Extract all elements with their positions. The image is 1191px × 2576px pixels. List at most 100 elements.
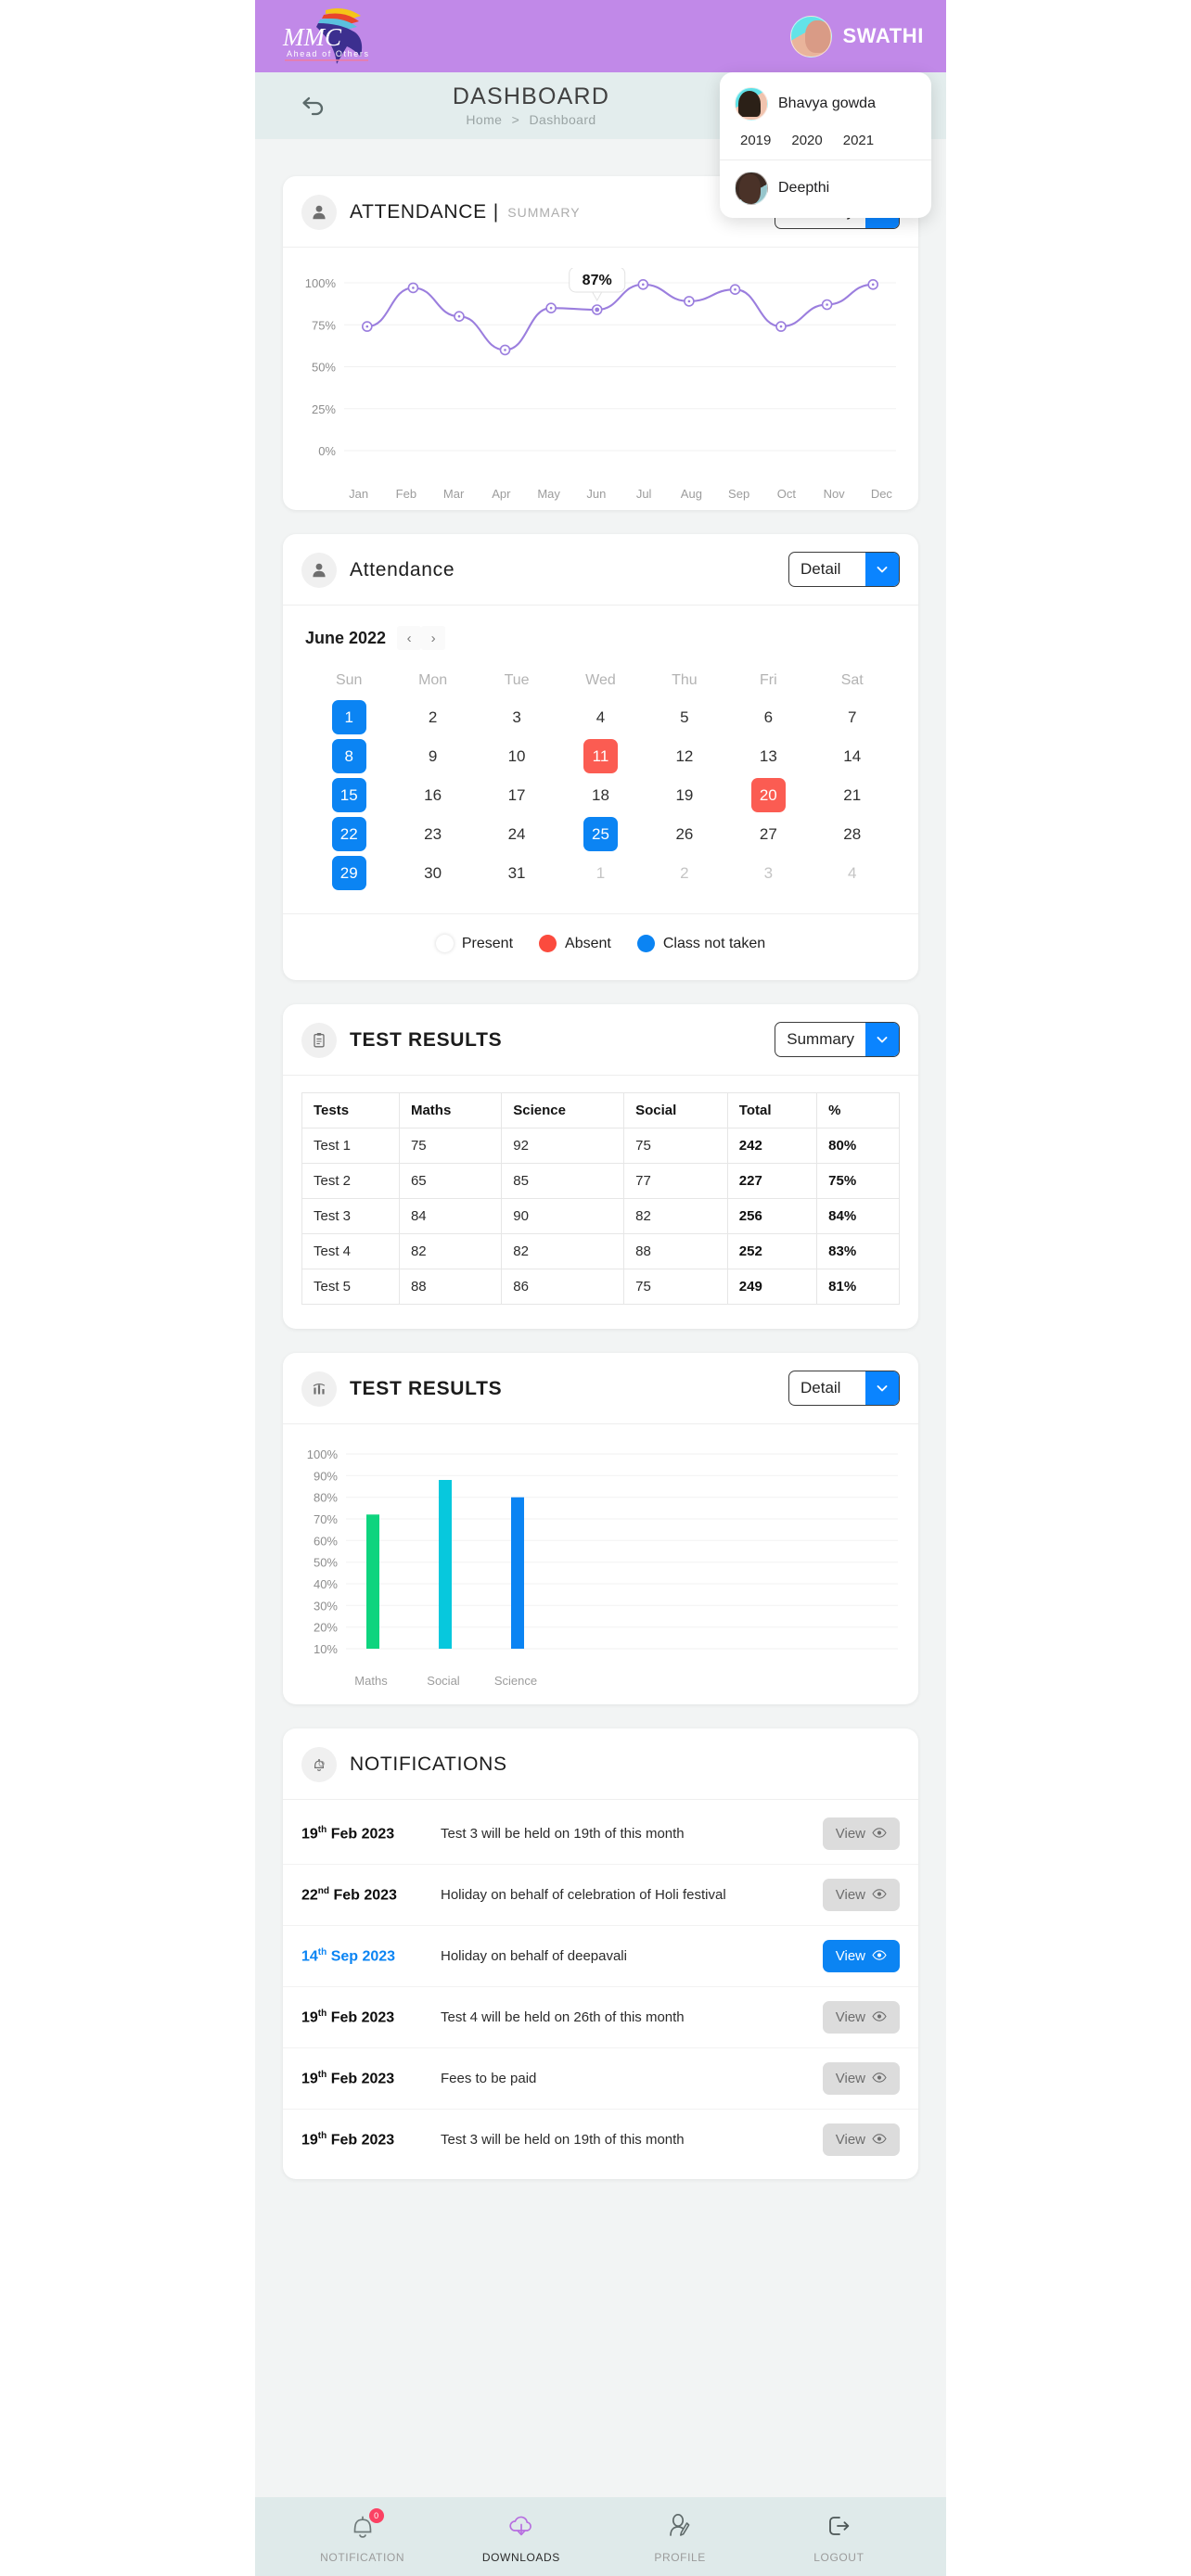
breadcrumb-home[interactable]: Home: [466, 112, 502, 127]
view-button[interactable]: View: [822, 1879, 900, 1911]
table-cell: Test 3: [301, 1198, 400, 1234]
view-button[interactable]: View: [822, 1817, 900, 1850]
select-value: Detail: [800, 1379, 841, 1396]
calendar-week-row: 15 16 17 18 19 20 21: [307, 776, 894, 815]
calendar-day[interactable]: 3: [726, 854, 810, 893]
clipboard-icon: [301, 1023, 337, 1058]
test-results-chart-select[interactable]: Detail: [788, 1371, 900, 1406]
view-button[interactable]: View: [822, 2001, 900, 2034]
year-option[interactable]: 2019: [740, 133, 771, 148]
calendar-day[interactable]: 1: [307, 698, 391, 737]
calendar-day[interactable]: 16: [391, 776, 474, 815]
svg-text:100%: 100%: [305, 276, 337, 290]
calendar-day[interactable]: 30: [391, 854, 474, 893]
calendar-day[interactable]: 2: [643, 854, 726, 893]
calendar-day[interactable]: 15: [307, 776, 391, 815]
chevron-right-icon[interactable]: ›: [421, 626, 446, 650]
calendar-day[interactable]: 24: [475, 815, 558, 854]
calendar-day[interactable]: 14: [811, 737, 894, 776]
user-switcher-dropdown[interactable]: Bhavya gowda 2019 2020 2021 Deepthi: [720, 72, 931, 218]
calendar-day[interactable]: 9: [391, 737, 474, 776]
svg-text:87%: 87%: [583, 273, 612, 288]
x-tick-label: Feb: [395, 487, 417, 501]
table-cell: 75: [398, 1128, 503, 1164]
table-header-row: Tests Maths Science Social Total%: [301, 1092, 900, 1129]
back-arrow-icon[interactable]: [296, 90, 327, 121]
chevron-down-icon[interactable]: [865, 1023, 899, 1056]
calendar-day[interactable]: 18: [558, 776, 642, 815]
calendar-dow-row: Sun Mon Tue Wed Thu Fri Sat: [307, 663, 894, 698]
calendar-day[interactable]: 21: [811, 776, 894, 815]
view-button[interactable]: View: [822, 1940, 900, 1972]
mmc-logo[interactable]: MMC Ahead of Others: [272, 3, 411, 70]
notifications-card: NOTIFICATIONS 19th Feb 2023 Test 3 will …: [283, 1728, 918, 2179]
table-body: Test 1 75 92 75 242 80% Test 2 65 85 77 227 75% Test…: [301, 1128, 900, 1305]
current-user-chip[interactable]: SWATHI: [790, 15, 924, 57]
chevron-left-icon[interactable]: ‹: [397, 626, 422, 650]
calendar-day[interactable]: 6: [726, 698, 810, 737]
nav-item-notification[interactable]: 0 NOTIFICATION: [293, 2507, 432, 2564]
notification-date: 19th Feb 2023: [301, 2130, 395, 2149]
student-name: Bhavya gowda: [778, 96, 876, 111]
calendar-day[interactable]: 26: [643, 815, 726, 854]
notification-message: Holiday on behalf of deepavali: [441, 1947, 627, 1964]
chevron-down-icon[interactable]: [865, 553, 899, 586]
calendar-day[interactable]: 4: [558, 698, 642, 737]
calendar-day[interactable]: 19: [643, 776, 726, 815]
calendar-day[interactable]: 2: [391, 698, 474, 737]
calendar-day[interactable]: 7: [811, 698, 894, 737]
view-button-label: View: [835, 2132, 865, 2148]
chevron-down-icon[interactable]: [865, 1371, 899, 1405]
test-results-table-card: TEST RESULTS Summary Tests Maths Science So…: [283, 1004, 918, 1329]
calendar-day[interactable]: 11: [558, 737, 642, 776]
x-tick-label: Science: [493, 1674, 538, 1688]
year-option[interactable]: 2020: [791, 133, 822, 148]
calendar-day[interactable]: 8: [307, 737, 391, 776]
test-results-table-select[interactable]: Summary: [775, 1022, 900, 1057]
calendar-day[interactable]: 28: [811, 815, 894, 854]
view-button[interactable]: View: [822, 2123, 900, 2156]
notification-message: Fees to be paid: [441, 2070, 537, 2086]
calendar-day[interactable]: 31: [475, 854, 558, 893]
calendar-day[interactable]: 29: [307, 854, 391, 893]
dropdown-student-0[interactable]: Bhavya gowda: [720, 83, 931, 124]
legend-label: Present: [461, 935, 514, 951]
card-title: NOTIFICATIONS: [350, 1753, 507, 1775]
calendar-day[interactable]: 20: [726, 776, 810, 815]
attendance-detail-select[interactable]: Detail: [788, 552, 900, 587]
nav-item-downloads[interactable]: DOWNLOADS: [452, 2510, 591, 2564]
calendar-day[interactable]: 1: [558, 854, 642, 893]
calendar-day[interactable]: 22: [307, 815, 391, 854]
table-cell: Test 1: [301, 1128, 400, 1164]
select-value: Detail: [800, 560, 841, 578]
calendar-day[interactable]: 3: [475, 698, 558, 737]
view-button[interactable]: View: [822, 2062, 900, 2095]
x-tick-label: Social: [427, 1674, 460, 1688]
card-header: TEST RESULTS Summary: [283, 1004, 918, 1076]
dropdown-student-1[interactable]: Deepthi: [720, 160, 931, 209]
calendar-dow: Sun: [335, 672, 363, 688]
calendar-day[interactable]: 23: [391, 815, 474, 854]
calendar-day[interactable]: 12: [643, 737, 726, 776]
calendar-day[interactable]: 10: [475, 737, 558, 776]
calendar-day[interactable]: 4: [811, 854, 894, 893]
table-row: Test 4 82 82 88 252 83%: [301, 1233, 900, 1269]
calendar-week-row: 1234567: [307, 698, 894, 737]
calendar-day-marker: 1: [331, 700, 366, 734]
calendar-day[interactable]: 13: [726, 737, 810, 776]
student-year-list: 2019 2020 2021: [720, 124, 931, 160]
notification-date: 19th Feb 2023: [301, 1824, 395, 1843]
nav-item-profile[interactable]: PROFILE: [610, 2510, 749, 2564]
calendar-dow: Mon: [418, 672, 448, 688]
nav-item-logout[interactable]: LOGOUT: [769, 2510, 908, 2564]
calendar-day[interactable]: 17: [475, 776, 558, 815]
calendar-day[interactable]: 5: [643, 698, 726, 737]
table-row: Test 2 65 85 77 227 75%: [301, 1163, 900, 1199]
calendar-dow: Wed: [585, 672, 616, 688]
calendar-day[interactable]: 27: [726, 815, 810, 854]
breadcrumb-separator: >: [511, 111, 520, 127]
year-option[interactable]: 2021: [843, 133, 874, 148]
calendar-day[interactable]: 25: [558, 815, 642, 854]
svg-text:40%: 40%: [314, 1577, 338, 1591]
attendance-line-chart: 100% 75% 50% 25% 0% 87%: [283, 248, 918, 483]
